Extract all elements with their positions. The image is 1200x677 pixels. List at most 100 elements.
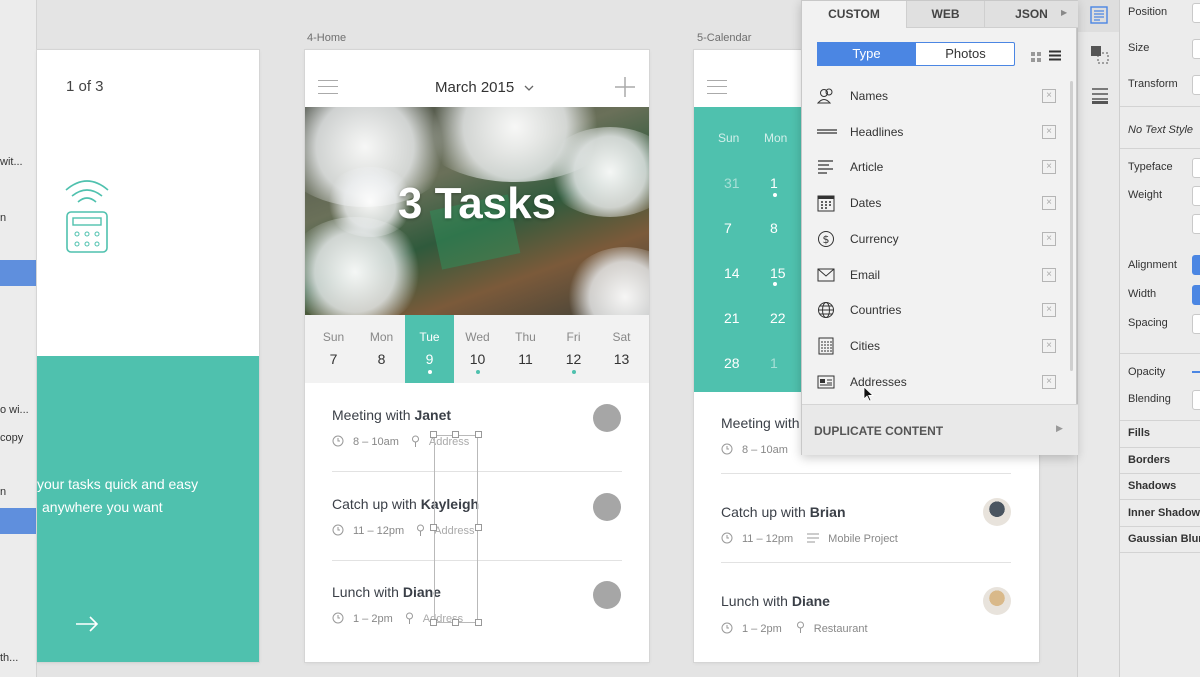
remove-x-icon[interactable]: × [1042, 160, 1056, 175]
size-field[interactable] [1192, 39, 1200, 59]
hamburger-menu-icon[interactable] [707, 80, 727, 94]
avatar-placeholder[interactable] [593, 581, 621, 609]
width-toggle[interactable] [1192, 285, 1200, 305]
fills-section[interactable]: Fills [1128, 427, 1150, 439]
onboarding-artboard[interactable]: 1 of 3 your tasks quick and easy anywher… [37, 50, 259, 662]
calendar-task-item[interactable]: Lunch with Diane 1 – 2pm Restaurant [721, 587, 1011, 662]
typeface-field[interactable] [1192, 158, 1200, 178]
content-item-addresses[interactable]: Addresses × [802, 365, 1056, 401]
layer-row[interactable]: th... [0, 646, 36, 672]
remove-x-icon[interactable]: × [1042, 374, 1056, 389]
position-field[interactable] [1192, 3, 1200, 23]
content-item-dates[interactable]: Dates × [802, 186, 1056, 222]
opacity-slider[interactable] [1192, 371, 1200, 373]
layer-row[interactable]: copy [0, 426, 36, 452]
resize-handle[interactable] [430, 619, 437, 626]
arrange-icon[interactable] [1090, 45, 1110, 70]
day-cell[interactable]: Sun 7 [309, 315, 358, 383]
calendar-date[interactable]: 21 [724, 310, 740, 326]
day-cell[interactable]: Wed 10 [453, 315, 502, 383]
remove-x-icon[interactable]: × [1042, 303, 1056, 318]
content-item-email[interactable]: Email × [802, 258, 1056, 294]
calendar-date[interactable]: 14 [724, 265, 740, 281]
shadows-section[interactable]: Shadows [1128, 480, 1176, 492]
resize-handle[interactable] [430, 524, 437, 531]
avatar[interactable] [983, 498, 1011, 526]
calendar-date[interactable]: 22 [770, 310, 786, 326]
panel-scrollbar[interactable] [1070, 81, 1073, 371]
calendar-date[interactable]: 28 [724, 355, 740, 371]
content-item-headlines[interactable]: Headlines × [802, 115, 1056, 151]
day-cell[interactable]: Fri 12 [549, 315, 598, 383]
resize-handle[interactable] [475, 431, 482, 438]
chevron-down-icon [524, 79, 534, 96]
calendar-date[interactable]: 1 [770, 175, 778, 191]
remove-x-icon[interactable]: × [1042, 124, 1056, 139]
inner-shadows-section[interactable]: Inner Shadows [1128, 507, 1200, 519]
hamburger-menu-icon[interactable] [318, 80, 338, 94]
avatar-placeholder[interactable] [593, 404, 621, 432]
artboard-label-calendar[interactable]: 5-Calendar [697, 32, 751, 44]
remove-x-icon[interactable]: × [1042, 89, 1056, 103]
list-view-icon[interactable] [1049, 48, 1061, 66]
calendar-date[interactable]: 1 [770, 355, 778, 371]
calendar-date[interactable]: 8 [770, 220, 778, 236]
day-cell[interactable]: Thu 11 [501, 315, 550, 383]
alignment-toggle[interactable] [1192, 255, 1200, 275]
resize-handle[interactable] [475, 524, 482, 531]
resize-handle[interactable] [475, 619, 482, 626]
borders-section[interactable]: Borders [1128, 454, 1170, 466]
content-item-currency[interactable]: $ Currency × [802, 222, 1056, 258]
content-item-article[interactable]: Article × [802, 150, 1056, 186]
task-extra: Mobile Project [828, 533, 898, 545]
content-item-countries[interactable]: Countries × [802, 293, 1056, 329]
calendar-date[interactable]: 31 [724, 175, 740, 191]
content-item-cities[interactable]: Cities × [802, 329, 1056, 365]
grid-view-icon[interactable] [1031, 49, 1041, 67]
layer-row[interactable]: n [0, 206, 36, 232]
tab-web[interactable]: WEB [906, 1, 984, 28]
calendar-task-item[interactable]: Catch up with Brian 11 – 12pm Mobile Proje… [721, 498, 1011, 584]
day-cell[interactable]: Mon 8 [357, 315, 406, 383]
duplicate-content-row[interactable]: DUPLICATE CONTENT ▶ [802, 405, 1078, 455]
remove-x-icon[interactable]: × [1042, 267, 1056, 282]
segment-photos[interactable]: Photos [916, 42, 1015, 66]
remove-x-icon[interactable]: × [1042, 338, 1056, 353]
day-cell[interactable]: Sat 13 [597, 315, 646, 383]
day-number: 11 [518, 351, 533, 367]
month-title[interactable]: March 2015 [435, 79, 534, 96]
artboard-label-home[interactable]: 4-Home [307, 32, 346, 44]
transform-field[interactable] [1192, 75, 1200, 95]
layer-row[interactable] [0, 260, 36, 286]
layer-row[interactable] [0, 508, 36, 534]
calendar-date[interactable]: 15 [770, 265, 786, 281]
text-layout-tool[interactable] [1078, 0, 1120, 32]
plus-icon[interactable] [615, 77, 635, 102]
layer-row[interactable]: wit... [0, 150, 36, 176]
tab-custom[interactable]: CUSTOM [802, 1, 906, 28]
home-artboard[interactable]: March 2015 3 Tasks Sun 7 Mon 8 Tue 9 Wed 10 Thu 1… [305, 50, 649, 662]
text-style-select[interactable]: No Text Style [1128, 124, 1193, 136]
spacing-field[interactable] [1192, 314, 1200, 334]
arrow-right-icon[interactable] [75, 612, 99, 638]
selection-box[interactable] [434, 435, 478, 623]
resize-handle[interactable] [452, 431, 459, 438]
remove-x-icon[interactable]: × [1042, 196, 1056, 211]
stack-icon[interactable] [1090, 85, 1110, 110]
avatar[interactable] [983, 587, 1011, 615]
avatar-placeholder[interactable] [593, 493, 621, 521]
resize-handle[interactable] [430, 431, 437, 438]
weight-field[interactable] [1192, 186, 1200, 206]
gaussian-blur-section[interactable]: Gaussian Blur [1128, 533, 1200, 545]
layer-row[interactable]: n [0, 480, 36, 506]
text-color-field[interactable] [1192, 214, 1200, 234]
content-item-names[interactable]: Names × [802, 79, 1056, 115]
calendar-date[interactable]: 7 [724, 220, 732, 236]
task-time: 8 – 10am [742, 444, 788, 456]
remove-x-icon[interactable]: × [1042, 231, 1056, 246]
blending-select[interactable] [1192, 390, 1200, 410]
segment-type[interactable]: Type [817, 42, 916, 66]
layer-row[interactable]: o wi... [0, 398, 36, 424]
day-cell[interactable]: Tue 9 [405, 315, 454, 383]
resize-handle[interactable] [452, 619, 459, 626]
